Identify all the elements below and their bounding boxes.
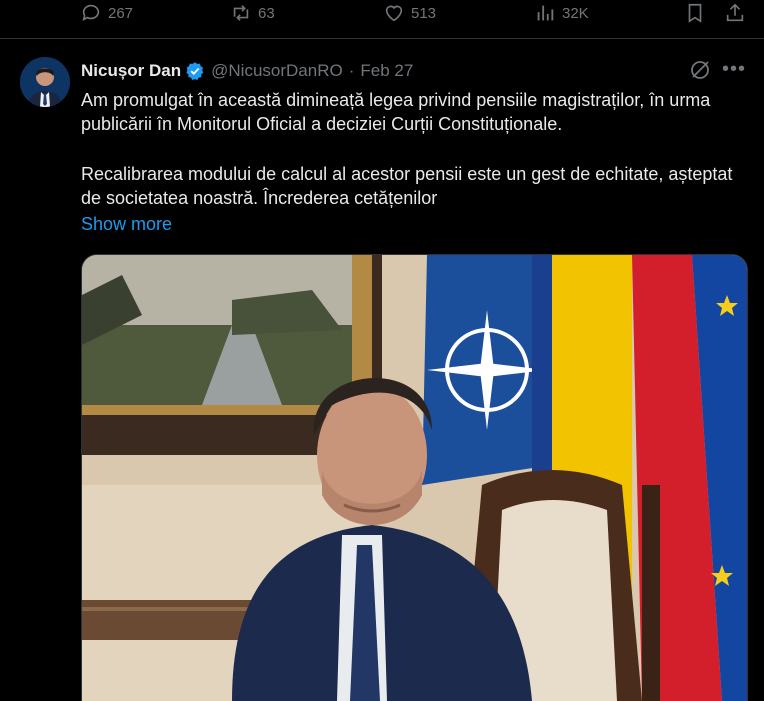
repost-icon	[233, 5, 249, 21]
post-paragraph-2: Recalibrarea modului de calcul al acesto…	[81, 164, 733, 208]
bookmark-icon	[688, 3, 702, 23]
analytics-icon	[537, 5, 554, 21]
separator: ·	[348, 61, 355, 80]
like-button[interactable]: 513	[383, 2, 436, 24]
more-icon[interactable]: •••	[722, 58, 746, 81]
share-button[interactable]	[724, 2, 752, 24]
view-count: 32K	[562, 4, 589, 22]
reply-count: 267	[108, 4, 134, 22]
show-more-link[interactable]: Show more	[81, 214, 172, 235]
views-button[interactable]: 32K	[534, 2, 589, 24]
avatar[interactable]	[20, 57, 70, 107]
author-handle[interactable]: @NicusorDanRO	[211, 61, 343, 81]
post-date[interactable]: Feb 27	[360, 61, 413, 81]
reply-icon	[82, 4, 100, 21]
verified-badge-icon	[186, 62, 204, 80]
bookmark-button[interactable]	[684, 2, 712, 24]
heart-icon	[385, 5, 403, 22]
grok-icon[interactable]	[688, 58, 712, 82]
share-icon	[726, 3, 744, 22]
repost-count: 63	[258, 4, 275, 22]
repost-button[interactable]: 63	[230, 2, 275, 24]
post-image[interactable]	[81, 254, 748, 701]
post-paragraph-1: Am promulgat în această dimineață legea …	[81, 90, 711, 134]
previous-post-action-bar: 267 63 513 32K	[0, 0, 764, 39]
post-header: Nicușor Dan @NicusorDanRO · Feb 27	[81, 60, 413, 82]
author-name[interactable]: Nicușor Dan	[81, 61, 181, 81]
like-count: 513	[411, 4, 437, 22]
reply-button[interactable]: 267	[80, 2, 133, 24]
